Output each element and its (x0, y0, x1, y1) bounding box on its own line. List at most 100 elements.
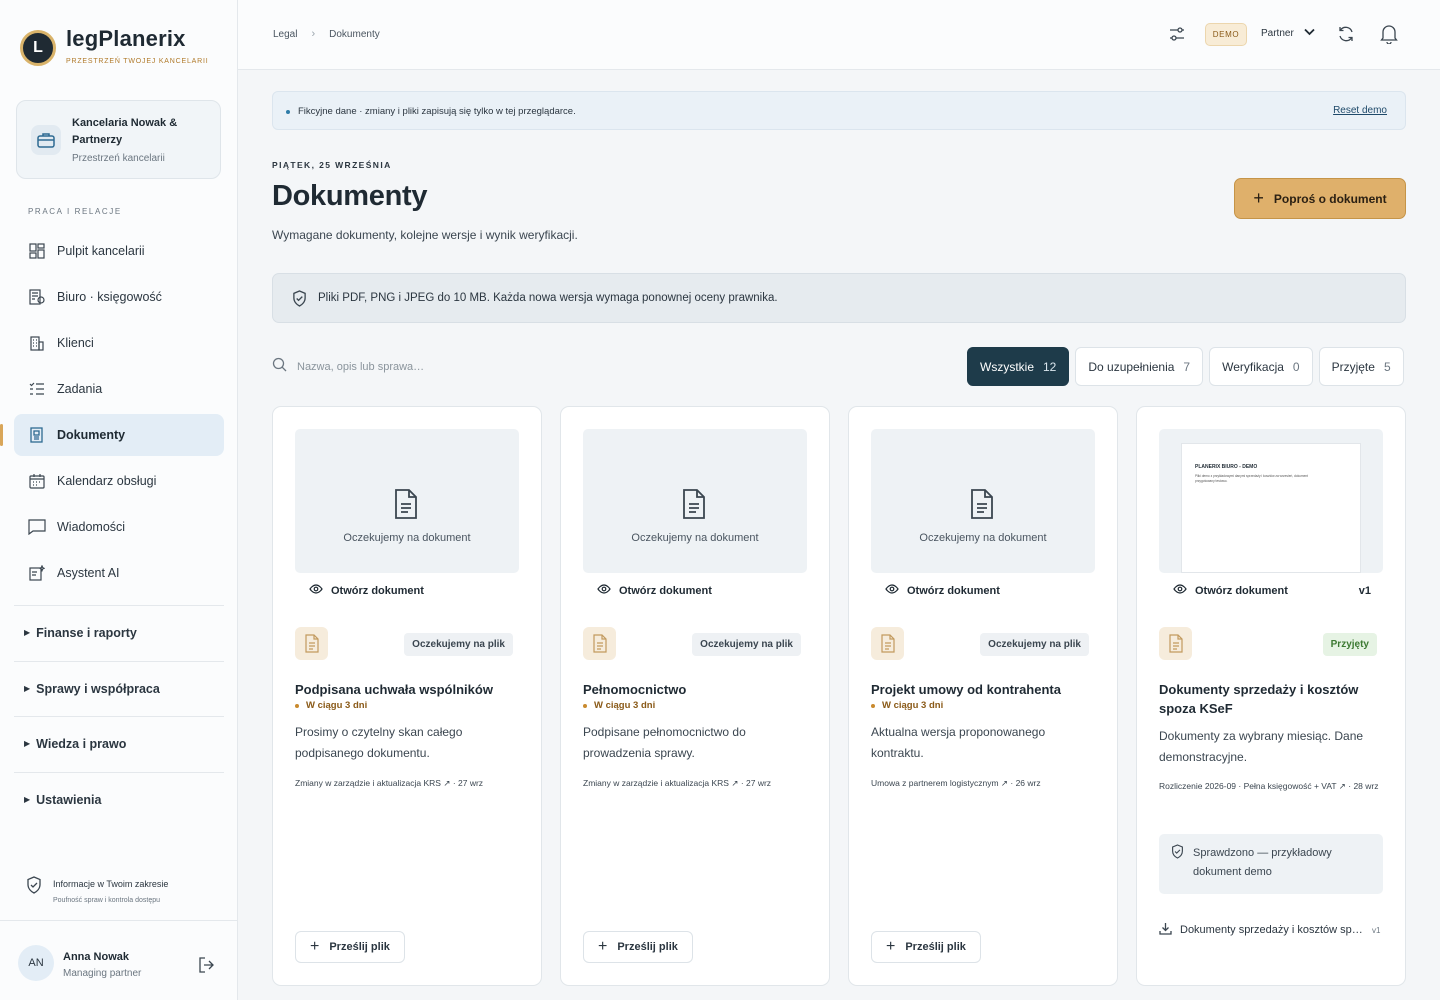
due-text: W ciągu 3 dni (882, 700, 944, 711)
card-description: Aktualna wersja proponowanego kontraktu. (871, 725, 1046, 760)
sidebar-item-kalendarz[interactable]: Kalendarz obsługi (14, 460, 224, 502)
verification-text: Sprawdzono — przykładowy dokument demo (1193, 847, 1332, 878)
caret-right-icon: ▶ (24, 795, 31, 804)
due-label: W ciągu 3 dni (295, 700, 367, 711)
document-icon (969, 489, 995, 524)
refresh-icon[interactable] (1337, 25, 1355, 48)
upload-rules-text: Pliki PDF, PNG i JPEG do 10 MB. Każda no… (318, 292, 778, 304)
plus-icon: + (1253, 188, 1264, 208)
search-input[interactable]: Nazwa, opis lub sprawa… (272, 357, 424, 377)
role-select[interactable]: Partner (1261, 28, 1315, 39)
sidebar-group-wiedza[interactable]: ▶ Wiedza i prawo (14, 716, 224, 770)
caret-right-icon: ▶ (24, 739, 31, 748)
document-preview[interactable]: Oczekujemy na dokument (583, 429, 807, 573)
sidebar-group-sprawy[interactable]: ▶ Sprawy i współpraca (14, 661, 224, 715)
workspace-subtitle: Przestrzeń kancelarii (72, 153, 165, 164)
file-icon (583, 627, 616, 660)
chevron-down-icon (1304, 28, 1315, 39)
document-icon (681, 489, 707, 524)
sidebar-item-biuro[interactable]: Biuro · księgowość (14, 276, 224, 318)
status-badge: Oczekujemy na plik (692, 633, 801, 656)
filter-label: Przyjęte (1331, 359, 1375, 374)
documents-icon (28, 426, 46, 444)
due-label: W ciągu 3 dni (871, 700, 943, 711)
card-title: Projekt umowy od kontrahenta (871, 682, 1061, 697)
open-document-label: Otwórz dokument (331, 584, 424, 597)
status-badge: Oczekujemy na plik (404, 633, 513, 656)
filter-settings-icon[interactable] (1169, 26, 1185, 47)
case-link[interactable]: Zmiany w zarządzie i aktualizacja KRS ↗ … (295, 775, 523, 791)
case-link[interactable]: Umowa z partnerem logistycznym ↗ · 26 wr… (871, 775, 1099, 791)
download-version: v1 (1372, 925, 1381, 935)
sidebar-item-pulpit[interactable]: Pulpit kancelarii (14, 230, 224, 272)
current-date: PIĄTEK, 25 WRZEŚNIA (272, 160, 392, 170)
notice-text: Fikcyjne dane · zmiany i pliki zapisują … (298, 106, 576, 117)
logout-icon[interactable] (198, 957, 216, 978)
breadcrumb-item-current: Dokumenty (329, 28, 380, 40)
plus-icon: + (310, 938, 320, 955)
document-preview[interactable]: Oczekujemy na dokument (295, 429, 519, 573)
filter-label: Do uzupełnienia (1088, 359, 1175, 374)
sidebar-item-asystent[interactable]: Asystent AI (14, 552, 224, 594)
file-icon (1159, 627, 1192, 660)
eye-icon (597, 584, 611, 597)
chevron-right-icon: › (311, 28, 316, 40)
sidebar-item-zadania[interactable]: Zadania (14, 368, 224, 410)
upload-file-button[interactable]: + Prześlij plik (295, 931, 405, 963)
filter-count: 0 (1292, 359, 1300, 374)
privacy-info: Informacje w Twoim zakresie Poufność spr… (26, 876, 168, 904)
brand[interactable]: L legPlanerix PRZESTRZEŃ TWOJEJ KANCELAR… (20, 26, 208, 66)
tasks-icon (28, 380, 46, 398)
open-document-button[interactable]: Otwórz dokument (597, 584, 712, 597)
filter-all[interactable]: Wszystkie 12 (967, 347, 1070, 386)
filter-count: 12 (1043, 359, 1057, 374)
document-card: Oczekujemy na dokument Otwórz dokument O… (560, 406, 830, 986)
upload-file-button[interactable]: + Prześlij plik (583, 931, 693, 963)
filter-to-complete[interactable]: Do uzupełnienia 7 (1075, 347, 1204, 386)
demo-notice: Fikcyjne dane · zmiany i pliki zapisują … (272, 91, 1406, 130)
reset-demo-link[interactable]: Reset demo (1333, 105, 1387, 116)
nav-section-label: PRACA I RELACJE (28, 207, 122, 216)
due-label: W ciągu 3 dni (583, 700, 655, 711)
download-file-link[interactable]: Dokumenty sprzedaży i kosztów spoza KSeF… (1159, 922, 1383, 938)
upload-label: Prześlij plik (617, 941, 678, 953)
building-icon (28, 334, 46, 352)
caret-right-icon: ▶ (24, 628, 31, 637)
sidebar-group-ustawienia[interactable]: ▶ Ustawienia (14, 772, 224, 826)
accounting-icon (28, 288, 46, 306)
open-document-button[interactable]: Otwórz dokument (885, 584, 1000, 597)
ai-icon (28, 564, 46, 582)
card-description: Podpisane pełnomocnictwo do prowadzenia … (583, 725, 746, 760)
avatar[interactable]: AN (18, 945, 54, 981)
request-document-button[interactable]: + Poproś o dokument (1234, 178, 1406, 219)
case-link[interactable]: Rozliczenie 2026-09 · Pełna księgowość +… (1159, 778, 1387, 794)
sidebar-item-label: Pulpit kancelarii (57, 244, 145, 258)
document-preview[interactable]: Oczekujemy na dokument (871, 429, 1095, 573)
sidebar-item-dokumenty[interactable]: Dokumenty (0, 414, 224, 456)
open-document-label: Otwórz dokument (907, 584, 1000, 597)
sidebar-item-wiadomosci[interactable]: Wiadomości (14, 506, 224, 548)
open-document-button[interactable]: Otwórz dokument (309, 584, 424, 597)
plus-icon: + (598, 938, 608, 955)
sidebar-item-klienci[interactable]: Klienci (14, 322, 224, 364)
search-placeholder: Nazwa, opis lub sprawa… (297, 361, 425, 373)
filter-accepted[interactable]: Przyjęte 5 (1318, 347, 1404, 386)
file-icon (295, 627, 328, 660)
sidebar-item-label: Zadania (57, 382, 103, 396)
workspace-card[interactable]: Kancelaria Nowak & Partnerzy Przestrzeń … (16, 100, 221, 179)
demo-badge: DEMO (1205, 23, 1247, 46)
card-title: Podpisana uchwała wspólników (295, 682, 493, 697)
eye-icon (1173, 584, 1187, 597)
document-card: Oczekujemy na dokument Otwórz dokument O… (848, 406, 1118, 986)
filter-verification[interactable]: Weryfikacja 0 (1209, 347, 1313, 386)
status-badge: Oczekujemy na plik (980, 633, 1089, 656)
bell-icon[interactable] (1380, 24, 1398, 49)
case-link[interactable]: Zmiany w zarządzie i aktualizacja KRS ↗ … (583, 775, 811, 791)
upload-file-button[interactable]: + Prześlij plik (871, 931, 981, 963)
preview-text: Oczekujemy na dokument (343, 532, 471, 544)
open-document-button[interactable]: Otwórz dokument (1173, 584, 1288, 597)
breadcrumb-item-legal[interactable]: Legal (273, 29, 297, 40)
document-preview[interactable]: PLANERIX BIURO - DEMO Pliki demo z przyk… (1159, 429, 1383, 573)
sidebar-group-finanse[interactable]: ▶ Finanse i raporty (14, 605, 224, 659)
calendar-icon (28, 472, 46, 490)
